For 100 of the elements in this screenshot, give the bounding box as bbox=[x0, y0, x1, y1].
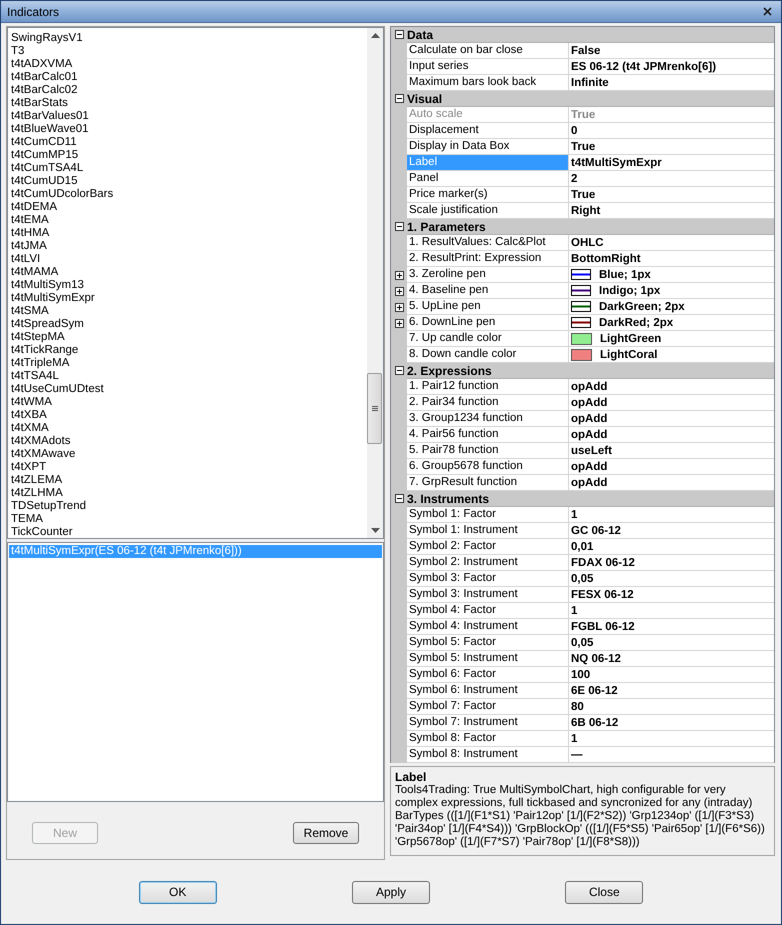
property-name[interactable]: 4. Baseline pen bbox=[407, 283, 569, 299]
property-value[interactable]: 0 bbox=[571, 124, 578, 136]
property-value[interactable]: opAdd bbox=[571, 396, 608, 408]
property-value[interactable]: 2 bbox=[571, 172, 578, 184]
list-item[interactable]: t4tMultiSym13 bbox=[11, 279, 367, 292]
list-item[interactable]: t4tCumTSA4L bbox=[11, 162, 367, 175]
list-item[interactable]: t4tZLEMA bbox=[11, 474, 367, 487]
property-value[interactable]: 0,05 bbox=[571, 636, 594, 648]
property-name[interactable]: Symbol 3: Instrument bbox=[407, 587, 569, 603]
dialog-button[interactable]: Apply bbox=[352, 880, 430, 904]
property-name[interactable]: 5. UpLine pen bbox=[407, 299, 569, 315]
list-item[interactable]: t4tBarStats bbox=[11, 97, 367, 110]
collapse-icon[interactable] bbox=[394, 30, 404, 39]
property-name[interactable]: 6. Group5678 function bbox=[407, 459, 569, 475]
property-value[interactable]: False bbox=[571, 44, 600, 56]
dialog-button[interactable]: Close bbox=[565, 880, 644, 904]
list-item[interactable]: t4tADXVMA bbox=[11, 58, 367, 71]
list-item[interactable]: t4tZLHMA bbox=[11, 487, 367, 500]
property-value[interactable]: NQ 06-12 bbox=[571, 652, 621, 664]
push-button[interactable]: Remove bbox=[293, 822, 359, 844]
property-name[interactable]: Display in Data Box bbox=[407, 139, 569, 155]
list-item[interactable]: T3 bbox=[11, 45, 367, 58]
property-value[interactable]: OHLC bbox=[571, 236, 604, 248]
collapse-icon[interactable] bbox=[394, 94, 404, 103]
property-value[interactable]: Blue; 1px bbox=[599, 268, 651, 280]
list-item[interactable]: t4tXMA bbox=[11, 422, 367, 435]
property-value[interactable]: 1 bbox=[571, 508, 578, 520]
property-name[interactable]: Symbol 1: Factor bbox=[407, 507, 569, 523]
property-value[interactable]: opAdd bbox=[571, 476, 608, 488]
property-value[interactable]: Infinite bbox=[571, 76, 609, 88]
collapse-icon[interactable] bbox=[394, 494, 404, 503]
property-value[interactable]: True bbox=[571, 140, 596, 152]
property-value[interactable]: 80 bbox=[571, 700, 584, 712]
property-name[interactable]: 4. Pair56 function bbox=[407, 427, 569, 443]
list-item[interactable]: t4tStepMA bbox=[11, 331, 367, 344]
property-value[interactable]: opAdd bbox=[571, 460, 608, 472]
property-value[interactable]: 6B 06-12 bbox=[571, 716, 618, 728]
property-value[interactable]: opAdd bbox=[571, 380, 608, 392]
property-name[interactable]: Symbol 7: Instrument bbox=[407, 715, 569, 731]
property-value[interactable]: GC 06-12 bbox=[571, 524, 621, 536]
list-item[interactable]: t4tTickRange bbox=[11, 344, 367, 357]
list-item[interactable]: t4tHMA bbox=[11, 227, 367, 240]
property-name[interactable]: 1. Pair12 function bbox=[407, 379, 569, 395]
expand-icon[interactable] bbox=[394, 270, 404, 280]
property-name[interactable]: 7. GrpResult function bbox=[407, 475, 569, 491]
list-item[interactable]: TDSetupTrend bbox=[11, 500, 367, 513]
property-name[interactable]: 3. Zeroline pen bbox=[407, 267, 569, 283]
property-name[interactable]: Symbol 5: Instrument bbox=[407, 651, 569, 667]
list-item[interactable]: t4tMultiSymExpr bbox=[11, 292, 367, 305]
collapse-icon[interactable] bbox=[394, 222, 404, 231]
property-name[interactable]: Maximum bars look back bbox=[407, 75, 569, 91]
property-name[interactable]: Symbol 2: Factor bbox=[407, 539, 569, 555]
property-name[interactable]: 3. Group1234 function bbox=[407, 411, 569, 427]
list-item[interactable]: t4tTSA4L bbox=[11, 370, 367, 383]
list-item[interactable]: t4tXMAwave bbox=[11, 448, 367, 461]
scroll-down-icon[interactable] bbox=[370, 528, 380, 533]
collapse-icon[interactable] bbox=[394, 366, 404, 375]
expand-icon[interactable] bbox=[394, 318, 404, 328]
property-name[interactable]: Symbol 3: Factor bbox=[407, 571, 569, 587]
property-name[interactable]: 6. DownLine pen bbox=[407, 315, 569, 331]
list-item[interactable]: t4tBarCalc02 bbox=[11, 84, 367, 97]
property-name[interactable]: 2. ResultPrint: Expression bbox=[407, 251, 569, 267]
expand-icon[interactable] bbox=[394, 302, 404, 312]
list-item[interactable]: TickCounter bbox=[11, 526, 367, 539]
list-item[interactable]: t4tXBA bbox=[11, 409, 367, 422]
property-name[interactable]: Panel bbox=[407, 171, 569, 187]
property-name[interactable]: Symbol 6: Instrument bbox=[407, 683, 569, 699]
property-value[interactable]: Right bbox=[571, 204, 600, 216]
property-name[interactable]: Symbol 6: Factor bbox=[407, 667, 569, 683]
list-item[interactable]: t4tUseCumUDtest bbox=[11, 383, 367, 396]
list-item[interactable]: t4tLVI bbox=[11, 253, 367, 266]
property-name[interactable]: Symbol 8: Factor bbox=[407, 731, 569, 747]
list-item[interactable]: SwingRaysV1 bbox=[11, 32, 367, 45]
property-name[interactable]: Input series bbox=[407, 59, 569, 75]
property-name[interactable]: 2. Pair34 function bbox=[407, 395, 569, 411]
property-value[interactable]: useLeft bbox=[571, 444, 612, 456]
expand-icon[interactable] bbox=[394, 286, 404, 296]
list-item[interactable]: t4tEMA bbox=[11, 214, 367, 227]
property-name[interactable]: 7. Up candle color bbox=[407, 331, 569, 347]
scroll-thumb[interactable] bbox=[367, 373, 382, 444]
scrollbar[interactable] bbox=[367, 28, 383, 538]
property-name[interactable]: Symbol 7: Factor bbox=[407, 699, 569, 715]
list-item[interactable]: t4tSMA bbox=[11, 305, 367, 318]
scroll-up-icon[interactable] bbox=[370, 33, 380, 38]
property-name[interactable]: 5. Pair78 function bbox=[407, 443, 569, 459]
property-value[interactable]: opAdd bbox=[571, 412, 608, 424]
list-item[interactable]: t4tBarCalc01 bbox=[11, 71, 367, 84]
list-item[interactable]: t4tMAMA bbox=[11, 266, 367, 279]
property-value[interactable]: 0,05 bbox=[571, 572, 594, 584]
list-item[interactable]: t4tJMA bbox=[11, 240, 367, 253]
property-name[interactable]: Symbol 8: Instrument bbox=[407, 747, 569, 763]
property-name[interactable]: Calculate on bar close bbox=[407, 43, 569, 59]
property-name[interactable]: Price marker(s) bbox=[407, 187, 569, 203]
property-name[interactable]: 1. ResultValues: Calc&Plot bbox=[407, 235, 569, 251]
property-value[interactable]: 1 bbox=[571, 732, 578, 744]
property-name[interactable]: Scale justification bbox=[407, 203, 569, 219]
property-value[interactable]: opAdd bbox=[571, 428, 608, 440]
list-item[interactable]: t4tCumMP15 bbox=[11, 149, 367, 162]
property-value[interactable]: 6E 06-12 bbox=[571, 684, 618, 696]
list-item[interactable]: t4tCumUD15 bbox=[11, 175, 367, 188]
